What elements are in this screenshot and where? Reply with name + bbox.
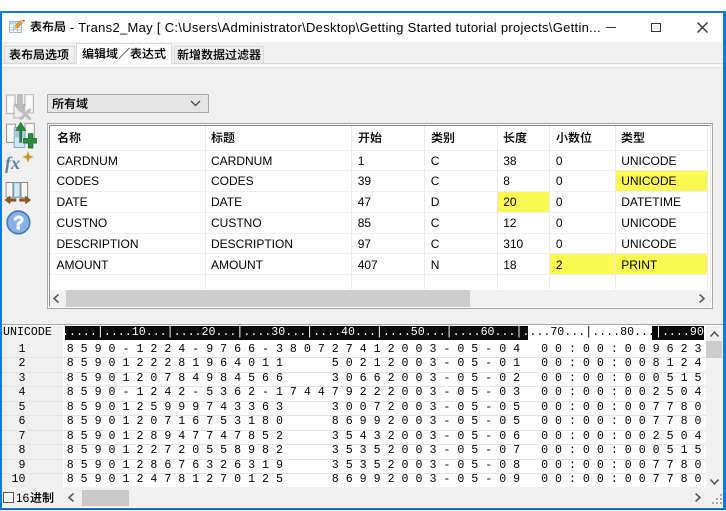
svg-text:?: ? xyxy=(13,213,24,233)
